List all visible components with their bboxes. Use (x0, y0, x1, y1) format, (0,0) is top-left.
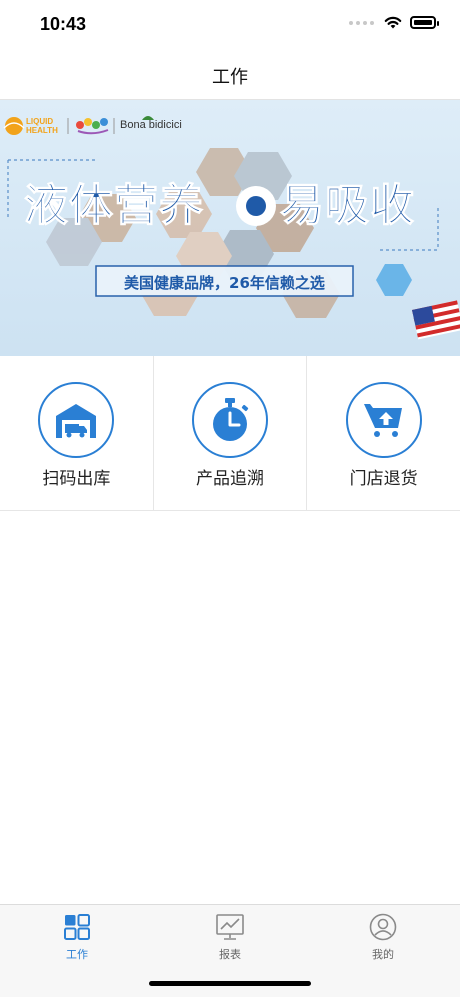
product-trace-label: 产品追溯 (196, 469, 264, 489)
banner-headline-left: 液体营养 (24, 180, 204, 232)
status-icons (349, 16, 439, 29)
store-return-item[interactable]: 门店退货 (307, 356, 460, 510)
signal-dots-icon (349, 20, 374, 25)
banner-tagline: 美国健康品牌，26年信赖之选 (124, 274, 325, 292)
user-icon (369, 913, 397, 941)
tab-mine[interactable]: 我的 (333, 913, 433, 962)
battery-icon (410, 16, 439, 29)
warehouse-truck-icon (56, 404, 97, 438)
tab-work[interactable]: 工作 (27, 913, 127, 962)
chart-monitor-icon (216, 914, 244, 940)
store-return-label: 门店退货 (349, 469, 418, 489)
wifi-icon (384, 16, 402, 29)
function-grid: 扫码出库 产品追溯 门店退货 (0, 356, 460, 511)
grid-icon (64, 914, 90, 940)
home-indicator (149, 981, 311, 986)
tab-reports[interactable]: 报表 (180, 913, 280, 962)
product-trace-item[interactable]: 产品追溯 (154, 356, 308, 510)
banner-headline-right: 易吸收 (280, 180, 415, 232)
store-return-icon-circle (345, 382, 422, 458)
stopwatch-icon (213, 398, 249, 441)
tab-reports-label: 报表 (219, 948, 241, 961)
status-bar: 10:43 (0, 0, 460, 50)
scan-outbound-icon-circle (38, 382, 115, 458)
promo-banner[interactable]: LIQUID HEALTH Bona bidicici 液体营养 易吸收 美国健… (0, 100, 460, 356)
brand-logo-liquid-health: LIQUID HEALTH (26, 117, 58, 135)
page-title: 工作 (212, 67, 248, 88)
tab-mine-label: 我的 (372, 948, 394, 961)
scan-outbound-label: 扫码出库 (42, 469, 111, 489)
brand-logo-bona: Bona bidicici (120, 119, 182, 131)
scan-outbound-item[interactable]: 扫码出库 (0, 356, 154, 510)
nav-bar: 工作 (0, 50, 460, 100)
return-cart-icon (363, 404, 402, 437)
product-trace-icon-circle (192, 382, 268, 458)
tab-work-label: 工作 (66, 948, 88, 961)
status-time: 10:43 (40, 14, 87, 34)
